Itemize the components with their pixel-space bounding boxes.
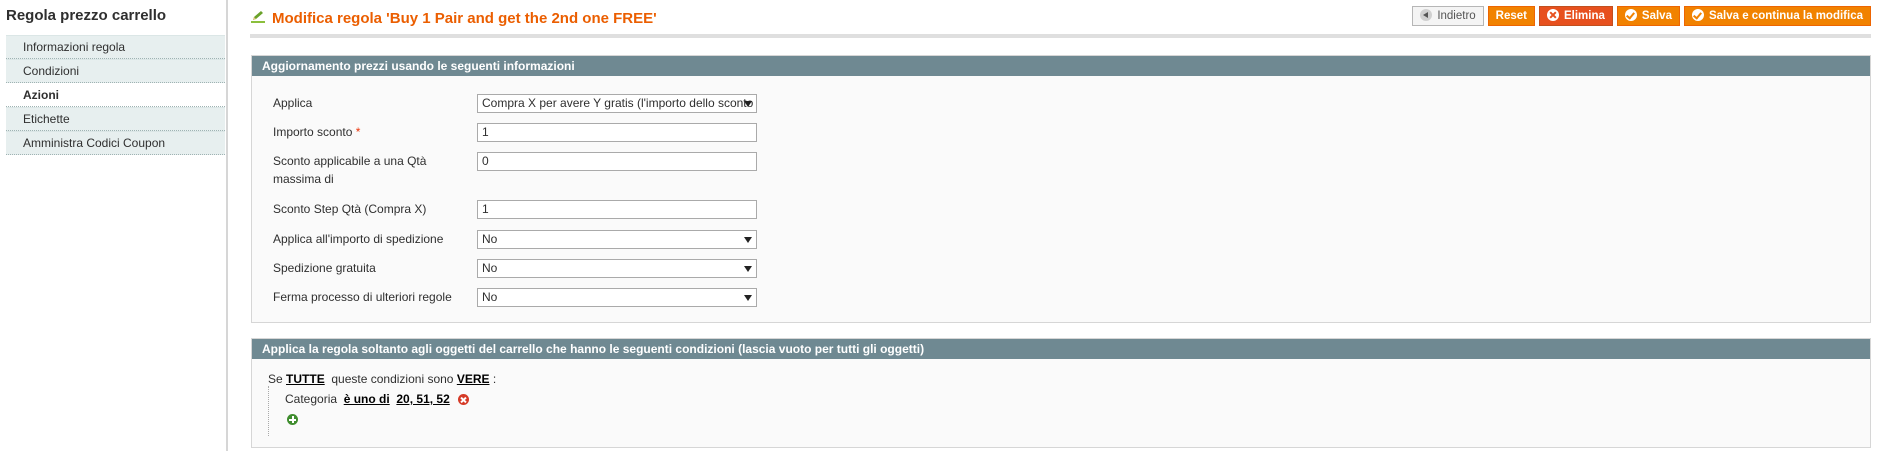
save-continue-button[interactable]: Salva e continua la modifica bbox=[1683, 6, 1871, 26]
back-button[interactable]: Indietro bbox=[1412, 6, 1484, 26]
apply-to-shipping-label: Applica all'importo di spedizione bbox=[273, 232, 444, 246]
check-icon bbox=[1624, 9, 1637, 21]
sidebar-title: Regola prezzo carrello bbox=[6, 7, 167, 24]
check-icon bbox=[1691, 9, 1704, 21]
sidebar-tabs: Informazioni regola Condizioni Azioni Et… bbox=[6, 35, 225, 155]
condition-item: Categoria è uno di 20, 51, 52 bbox=[285, 392, 470, 406]
condition-value-link[interactable]: 20, 51, 52 bbox=[396, 392, 449, 406]
conditions-fieldset-title: Applica la regola soltanto agli oggetti … bbox=[252, 339, 1870, 359]
tab-amministra-codici-coupon[interactable]: Amministra Codici Coupon bbox=[6, 131, 225, 155]
aggregator-value-link[interactable]: VERE bbox=[457, 372, 490, 386]
apply-select-value: Compra X per avere Y gratis (l'importo d… bbox=[482, 96, 757, 110]
reset-button[interactable]: Reset bbox=[1487, 6, 1535, 26]
aggregator-link[interactable]: TUTTE bbox=[286, 372, 325, 386]
tab-etichette[interactable]: Etichette bbox=[6, 107, 225, 131]
free-shipping-label: Spedizione gratuita bbox=[273, 261, 376, 275]
apply-label: Applica bbox=[273, 96, 313, 110]
tab-informazioni-regola[interactable]: Informazioni regola bbox=[6, 35, 225, 59]
stop-rules-select[interactable]: No bbox=[477, 288, 757, 307]
free-shipping-value: No bbox=[482, 261, 498, 275]
conditions-fieldset: Applica la regola soltanto agli oggetti … bbox=[251, 338, 1871, 448]
edit-pencil-icon bbox=[251, 11, 265, 23]
add-condition-icon[interactable] bbox=[287, 414, 298, 425]
discount-amount-input[interactable]: 1 bbox=[477, 123, 757, 142]
condition-middle: queste condizioni sono bbox=[331, 372, 454, 386]
form-buttons: Indietro Reset Elimina Salva Salva e continu… bbox=[1408, 6, 1871, 26]
discount-amount-label: Importo sconto * bbox=[273, 123, 453, 141]
apply-to-shipping-value: No bbox=[482, 232, 498, 246]
stop-rules-value: No bbox=[482, 290, 498, 304]
remove-condition-icon[interactable] bbox=[458, 394, 470, 405]
delete-icon bbox=[1547, 9, 1559, 21]
page-header: Modifica regola 'Buy 1 Pair and get the … bbox=[250, 6, 1871, 38]
condition-children: Categoria è uno di 20, 51, 52 bbox=[268, 386, 470, 436]
condition-suffix: : bbox=[492, 372, 497, 386]
sidebar: Regola prezzo carrello Informazioni rego… bbox=[0, 0, 228, 451]
condition-prefix: Se bbox=[268, 372, 283, 386]
save-button[interactable]: Salva bbox=[1616, 6, 1680, 26]
actions-fieldset: Aggiornamento prezzi usando le seguenti … bbox=[251, 55, 1871, 323]
save-button-label: Salva bbox=[1641, 10, 1672, 22]
dropdown-arrow-icon bbox=[744, 101, 752, 107]
condition-operator-link[interactable]: è uno di bbox=[344, 392, 390, 406]
save-continue-button-label: Salva e continua la modifica bbox=[1708, 10, 1863, 22]
condition-attribute: Categoria bbox=[285, 392, 338, 406]
discount-step-input[interactable]: 1 bbox=[477, 200, 757, 219]
discount-amount-label-text: Importo sconto bbox=[273, 125, 353, 139]
back-button-label: Indietro bbox=[1437, 10, 1476, 22]
dropdown-arrow-icon bbox=[744, 295, 752, 301]
max-qty-label: Sconto applicabile a una Qtà massima di bbox=[273, 154, 427, 186]
required-mark: * bbox=[355, 125, 361, 139]
tab-azioni[interactable]: Azioni bbox=[6, 83, 225, 107]
discount-step-label: Sconto Step Qtà (Compra X) bbox=[273, 202, 427, 216]
delete-button[interactable]: Elimina bbox=[1539, 6, 1613, 26]
max-qty-input[interactable]: 0 bbox=[477, 152, 757, 171]
free-shipping-select[interactable]: No bbox=[477, 259, 757, 278]
stop-rules-label: Ferma processo di ulteriori regole bbox=[273, 290, 452, 304]
reset-button-label: Reset bbox=[1495, 10, 1527, 22]
apply-select[interactable]: Compra X per avere Y gratis (l'importo d… bbox=[477, 94, 757, 113]
dropdown-arrow-icon bbox=[744, 266, 752, 272]
actions-fieldset-title: Aggiornamento prezzi usando le seguenti … bbox=[252, 56, 1870, 76]
delete-button-label: Elimina bbox=[1564, 10, 1605, 22]
page-title: Modifica regola 'Buy 1 Pair and get the … bbox=[250, 10, 657, 27]
tab-condizioni[interactable]: Condizioni bbox=[6, 59, 225, 83]
dropdown-arrow-icon bbox=[744, 237, 752, 243]
apply-to-shipping-select[interactable]: No bbox=[477, 230, 757, 249]
page-title-text: Modifica regola 'Buy 1 Pair and get the … bbox=[272, 10, 657, 27]
back-arrow-icon bbox=[1420, 9, 1433, 21]
condition-root: Se TUTTE queste condizioni sono VERE : bbox=[268, 372, 496, 386]
